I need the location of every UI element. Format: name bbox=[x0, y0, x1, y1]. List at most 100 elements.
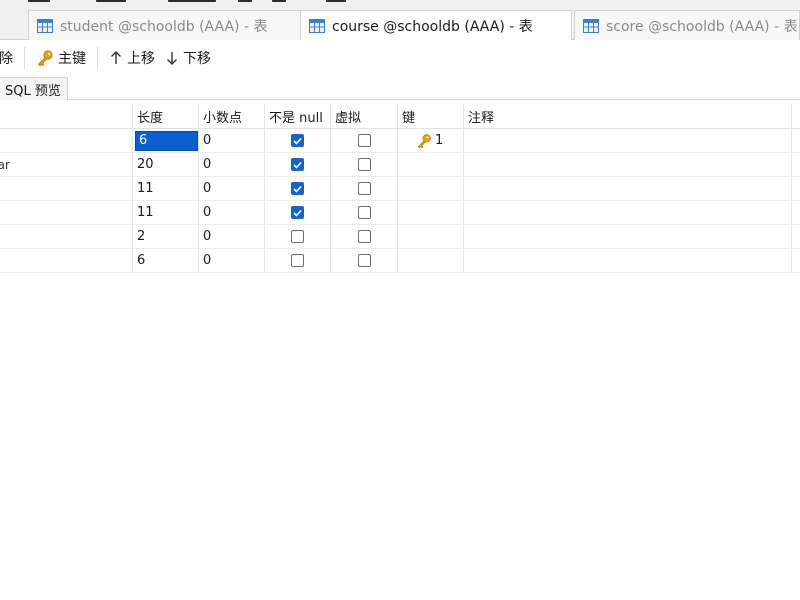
not-null-cell bbox=[265, 129, 331, 152]
primary-key-button[interactable]: 主键 bbox=[31, 45, 91, 71]
length-cell[interactable]: 6 bbox=[133, 129, 199, 152]
not-null-checkbox[interactable] bbox=[291, 206, 304, 219]
comment-cell[interactable] bbox=[464, 153, 792, 176]
tab-student[interactable]: student @schooldb (AAA) - 表 bbox=[28, 10, 301, 40]
column-header-comment[interactable]: 注释 bbox=[464, 104, 792, 128]
virtual-cell bbox=[331, 129, 398, 152]
not-null-checkbox[interactable] bbox=[291, 158, 304, 171]
table-row[interactable]: har 20 0 bbox=[0, 153, 800, 177]
not-null-cell bbox=[265, 201, 331, 224]
decimal-cell[interactable]: 0 bbox=[199, 129, 265, 152]
toolbar-divider bbox=[24, 47, 25, 69]
tab-label: score @schooldb (AAA) - 表 bbox=[606, 18, 798, 35]
key-cell[interactable] bbox=[398, 177, 464, 200]
grid-header-row: 长度 小数点 不是 null 虚拟 键 注释 bbox=[0, 104, 800, 129]
comment-cell[interactable] bbox=[464, 225, 792, 248]
virtual-cell bbox=[331, 153, 398, 176]
not-null-checkbox[interactable] bbox=[291, 254, 304, 267]
decimal-cell[interactable]: 0 bbox=[199, 201, 265, 224]
not-null-cell bbox=[265, 177, 331, 200]
table-design-toolbar: 除 主键 上移 下移 bbox=[0, 40, 800, 76]
column-header-decimal[interactable]: 小数点 bbox=[199, 104, 265, 128]
comment-cell[interactable] bbox=[464, 129, 792, 152]
length-input[interactable]: 6 bbox=[135, 130, 198, 151]
comment-cell[interactable] bbox=[464, 177, 792, 200]
virtual-cell bbox=[331, 225, 398, 248]
column-header-length[interactable]: 长度 bbox=[133, 104, 199, 128]
column-header-name[interactable] bbox=[0, 104, 133, 128]
key-cell[interactable] bbox=[398, 249, 464, 272]
not-null-checkbox[interactable] bbox=[291, 230, 304, 243]
menu-item-fragment[interactable] bbox=[272, 0, 286, 2]
subtab-label: SQL 预览 bbox=[5, 83, 61, 99]
not-null-checkbox[interactable] bbox=[291, 134, 304, 147]
length-cell[interactable]: 11 bbox=[133, 201, 199, 224]
not-null-cell bbox=[265, 225, 331, 248]
menu-item-fragment[interactable] bbox=[168, 0, 216, 2]
delete-field-button[interactable]: 除 bbox=[0, 45, 18, 71]
column-header-not-null[interactable]: 不是 null bbox=[265, 104, 331, 128]
length-cell[interactable]: 20 bbox=[133, 153, 199, 176]
length-cell[interactable]: 6 bbox=[133, 249, 199, 272]
field-name-cell[interactable] bbox=[0, 225, 133, 248]
key-cell[interactable] bbox=[398, 225, 464, 248]
decimal-cell[interactable]: 0 bbox=[199, 153, 265, 176]
comment-cell[interactable] bbox=[464, 201, 792, 224]
tab-course[interactable]: course @schooldb (AAA) - 表 bbox=[300, 10, 572, 41]
tab-sql-preview[interactable]: SQL 预览 bbox=[0, 77, 68, 100]
virtual-checkbox[interactable] bbox=[357, 206, 371, 219]
length-cell[interactable]: 2 bbox=[133, 225, 199, 248]
toolbar-label: 下移 bbox=[183, 51, 211, 67]
table-row[interactable]: 11 0 bbox=[0, 201, 800, 225]
virtual-checkbox[interactable] bbox=[357, 134, 371, 147]
table-row[interactable]: 6 0 bbox=[0, 249, 800, 273]
field-name-cell[interactable] bbox=[0, 177, 133, 200]
field-name-cell[interactable]: har bbox=[0, 153, 133, 176]
table-icon bbox=[37, 18, 53, 33]
table-row[interactable]: 11 0 bbox=[0, 177, 800, 201]
key-cell[interactable]: 1 bbox=[398, 129, 464, 152]
arrow-up-icon bbox=[109, 50, 127, 66]
not-null-cell bbox=[265, 153, 331, 176]
virtual-checkbox[interactable] bbox=[357, 158, 371, 171]
toolbar-label: 主键 bbox=[58, 51, 86, 67]
menu-item-fragment[interactable] bbox=[326, 0, 346, 2]
table-row[interactable]: 2 0 bbox=[0, 225, 800, 249]
toolbar-label: 除 bbox=[0, 51, 13, 67]
column-header-key[interactable]: 键 bbox=[398, 104, 464, 128]
key-order: 1 bbox=[435, 133, 444, 148]
decimal-cell[interactable]: 0 bbox=[199, 225, 265, 248]
key-cell[interactable] bbox=[398, 201, 464, 224]
decimal-cell[interactable]: 0 bbox=[199, 177, 265, 200]
menu-item-fragment[interactable] bbox=[238, 0, 252, 2]
not-null-checkbox[interactable] bbox=[291, 182, 304, 195]
field-name-cell[interactable] bbox=[0, 201, 133, 224]
move-down-button[interactable]: 下移 bbox=[160, 45, 216, 71]
key-icon bbox=[36, 49, 58, 67]
key-cell[interactable] bbox=[398, 153, 464, 176]
virtual-checkbox[interactable] bbox=[357, 230, 371, 243]
decimal-cell[interactable]: 0 bbox=[199, 249, 265, 272]
menu-item-fragment[interactable] bbox=[96, 0, 126, 2]
designer-subtab-bar: SQL 预览 bbox=[0, 76, 800, 100]
document-tab-bar: student @schooldb (AAA) - 表 course @scho… bbox=[0, 6, 800, 41]
tab-score[interactable]: score @schooldb (AAA) - 表 bbox=[574, 10, 800, 40]
toolbar-divider bbox=[97, 47, 98, 69]
move-up-button[interactable]: 上移 bbox=[104, 45, 160, 71]
key-icon bbox=[416, 133, 435, 149]
toolbar-label: 上移 bbox=[127, 51, 155, 67]
menu-item-fragment[interactable] bbox=[28, 0, 50, 2]
comment-cell[interactable] bbox=[464, 249, 792, 272]
column-header-virtual[interactable]: 虚拟 bbox=[331, 104, 398, 128]
tab-label: student @schooldb (AAA) - 表 bbox=[60, 18, 268, 35]
field-name-cell[interactable] bbox=[0, 129, 133, 152]
virtual-checkbox[interactable] bbox=[357, 182, 371, 195]
virtual-checkbox[interactable] bbox=[357, 254, 371, 267]
table-row[interactable]: 6 0 1 bbox=[0, 129, 800, 153]
field-name-cell[interactable] bbox=[0, 249, 133, 272]
tab-label: course @schooldb (AAA) - 表 bbox=[332, 19, 533, 35]
length-cell[interactable]: 11 bbox=[133, 177, 199, 200]
virtual-cell bbox=[331, 177, 398, 200]
fields-grid: 长度 小数点 不是 null 虚拟 键 注释 6 0 1 ha bbox=[0, 104, 800, 273]
table-icon bbox=[309, 19, 325, 33]
